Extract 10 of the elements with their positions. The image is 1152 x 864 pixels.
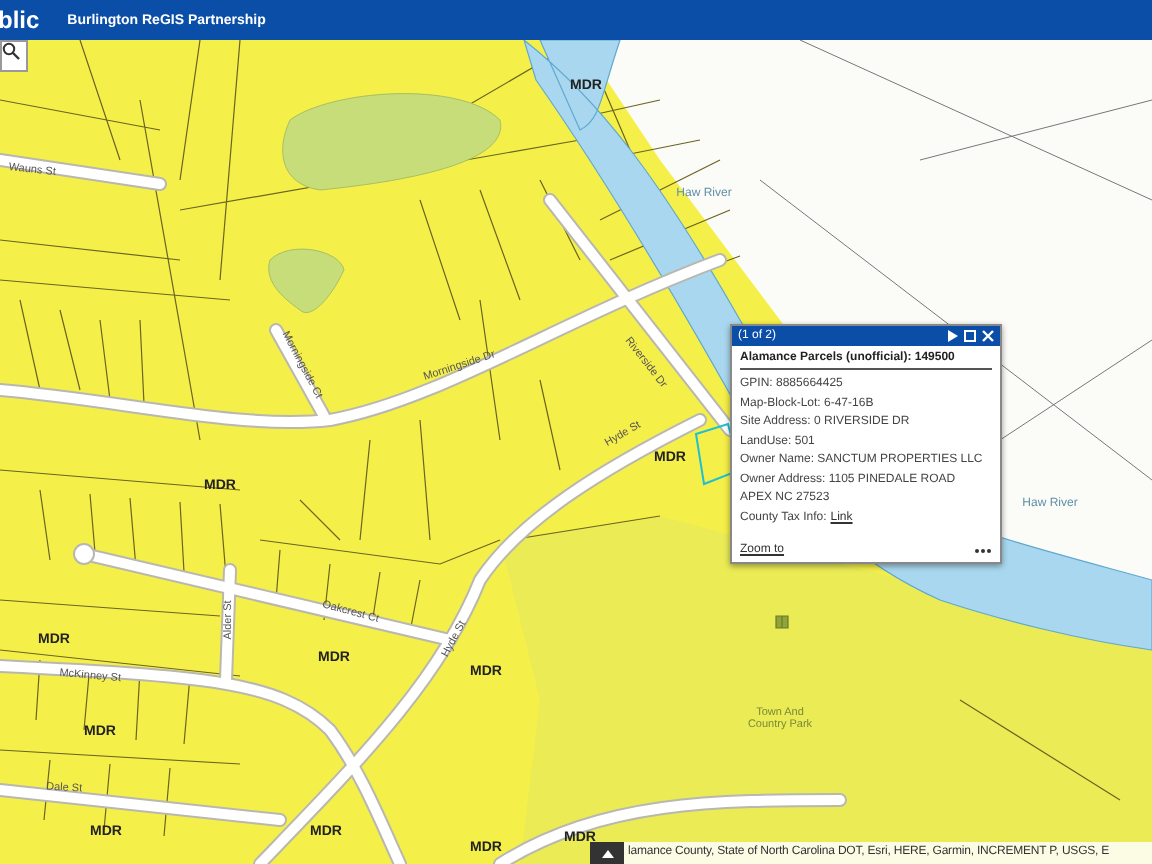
search-icon [2,42,20,60]
expand-attribution-button[interactable] [590,842,624,864]
close-icon[interactable] [982,330,994,342]
search-button[interactable] [0,40,28,72]
park-marker-icon [775,615,789,629]
caret-up-icon [601,849,613,857]
maximize-icon[interactable] [964,330,976,342]
next-icon[interactable] [948,330,958,342]
app-title: blic [0,6,40,34]
more-icon[interactable] [974,547,992,553]
